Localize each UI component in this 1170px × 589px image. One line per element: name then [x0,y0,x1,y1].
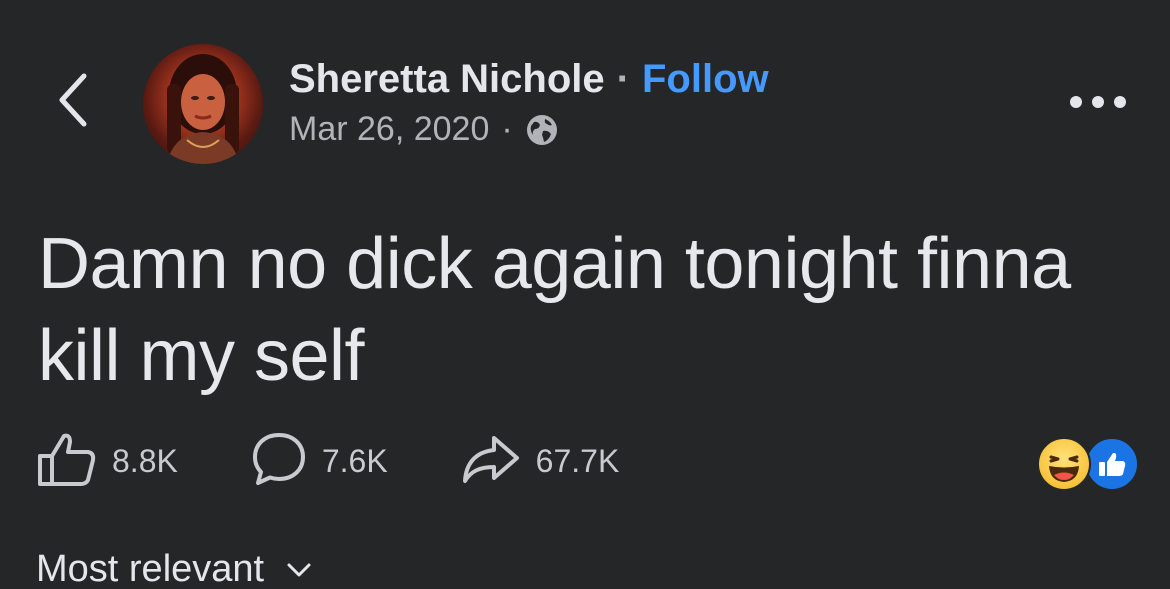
post-date[interactable]: Mar 26, 2020 [289,110,489,149]
haha-icon [1037,437,1091,491]
like-icon [1085,437,1139,491]
share-icon [460,430,522,493]
comment-icon [250,430,308,493]
like-count: 8.8K [112,442,178,479]
chevron-left-icon [54,70,90,135]
follow-button[interactable]: Follow [642,56,769,102]
share-count: 67.7K [535,442,620,479]
comment-button[interactable]: 7.6K [250,430,388,493]
name-separator: · [616,57,630,101]
globe-icon [525,113,559,147]
chevron-down-icon [286,557,312,583]
back-button[interactable] [48,70,96,134]
post-header: Sheretta Nichole · Follow Mar 26, 2020 · [289,56,769,149]
comment-sort-dropdown[interactable]: Most relevant [36,548,312,589]
comment-count: 7.6K [321,442,388,479]
name-row: Sheretta Nichole · Follow [289,56,769,102]
thumbs-up-icon [36,430,98,493]
avatar[interactable] [143,44,263,164]
more-options-button[interactable] [1068,86,1128,122]
action-bar: 8.8K 7.6K 67.7K [36,426,691,496]
share-button[interactable]: 67.7K [460,430,620,493]
post-text: Damn no dick again tonight finna kill my… [38,224,1071,396]
author-name[interactable]: Sheretta Nichole [289,56,605,102]
like-button[interactable]: 8.8K [36,430,178,493]
meta-separator: · [501,110,513,148]
more-horizontal-icon [1069,95,1127,114]
meta-row: Mar 26, 2020 · [289,110,769,149]
sort-label: Most relevant [36,548,265,589]
reactions-summary[interactable] [1033,437,1139,491]
